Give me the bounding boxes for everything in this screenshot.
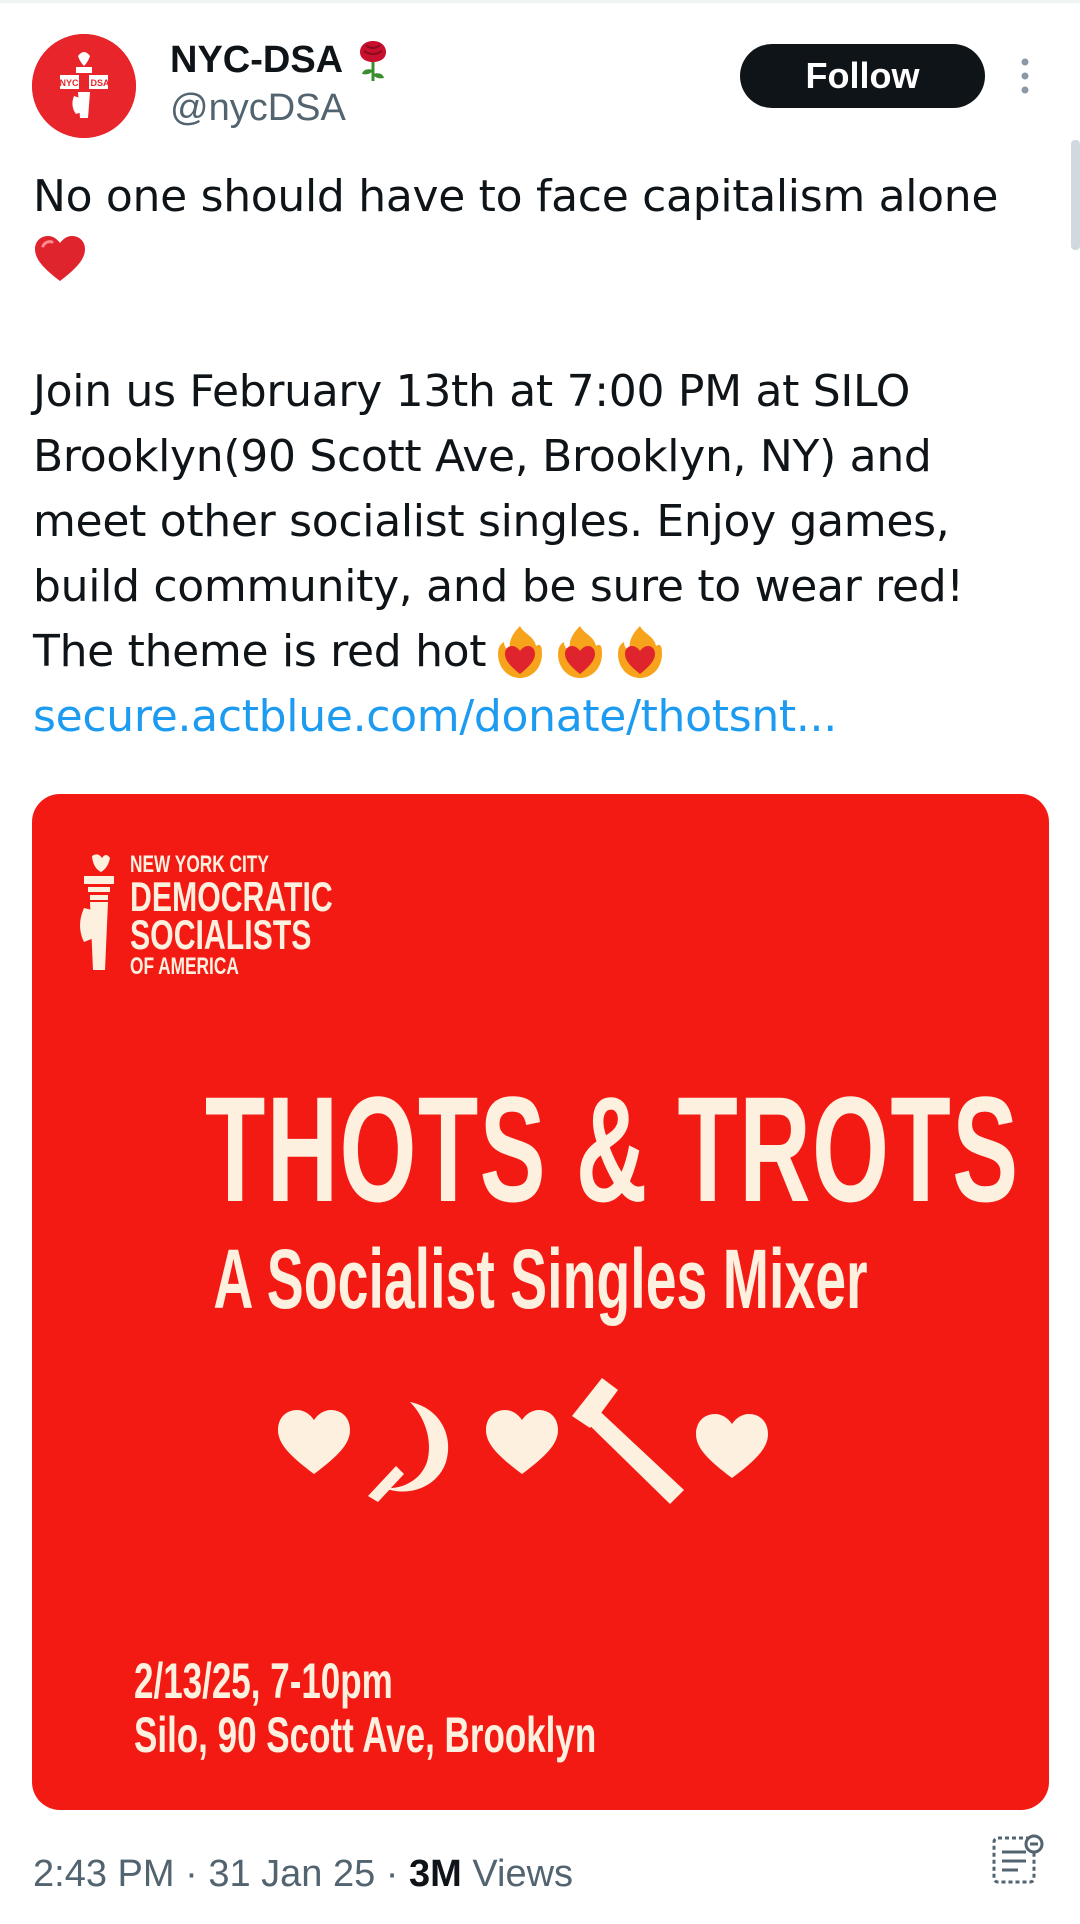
torch-icon — [80, 854, 114, 970]
sickle-icon — [368, 1402, 449, 1502]
author-display-name[interactable]: NYC-DSA — [170, 36, 343, 84]
tweet-line-6: build community, and be sure to wear red… — [33, 561, 964, 612]
tweet-line-3: Join us February 13th at 7:00 PM at SILO — [33, 366, 911, 417]
nyc-dsa-logo-icon: NYC DSA — [32, 34, 136, 138]
tweet-line-5: meet other socialist singles. Enjoy game… — [33, 496, 950, 547]
poster-subtitle: A Socialist Singles Mixer — [213, 1232, 868, 1326]
logo-text: NEW YORK CITY DEMOCRATIC SOCIALISTS OF A… — [130, 852, 333, 980]
follow-button[interactable]: Follow — [740, 44, 985, 108]
more-options-icon[interactable] — [1015, 56, 1035, 96]
author-handle[interactable]: @nycDSA — [170, 84, 390, 132]
actblue-link[interactable]: secure.actblue.com/donate/thotsnt... — [33, 684, 1053, 749]
tweet-image[interactable]: NEW YORK CITY DEMOCRATIC SOCIALISTS OF A… — [32, 794, 1049, 1810]
views-label: Views — [461, 1853, 574, 1895]
tweet-line-4: Brooklyn(90 Scott Ave, Brooklyn, NY) and — [33, 431, 932, 482]
poster-title: THOTS & TROTS — [204, 1065, 1020, 1233]
avatar-text-left: NYC — [59, 78, 79, 88]
avatar-text-right: DSA — [90, 78, 110, 88]
hammer-icon — [572, 1378, 684, 1504]
tweet-date[interactable]: 31 Jan 25 — [208, 1853, 375, 1895]
poster-heart-icon — [278, 1410, 350, 1474]
tweet-theme-text: The theme is red hot — [33, 626, 487, 677]
heart-icon — [35, 236, 85, 281]
meta-separator: · — [375, 1853, 410, 1895]
poster-date-venue: 2/13/25, 7-10pm Silo, 90 Scott Ave, Broo… — [134, 1654, 596, 1762]
poster-symbols — [278, 1378, 768, 1504]
tweet-time[interactable]: 2:43 PM — [33, 1853, 175, 1895]
top-divider — [0, 0, 1080, 3]
fire-heart-icon — [558, 626, 603, 678]
fire-heart-icon — [618, 626, 663, 678]
tweet-text: No one should have to face capitalism al… — [33, 164, 1053, 749]
logo-line-3: SOCIALISTS — [130, 911, 312, 958]
poster-heart-icon — [696, 1414, 768, 1478]
poster-venue: Silo, 90 Scott Ave, Brooklyn — [134, 1707, 597, 1763]
views-count: 3M — [409, 1853, 462, 1895]
rose-icon — [359, 41, 386, 81]
tweet-heart-line — [33, 229, 1053, 294]
analytics-icon[interactable] — [990, 1832, 1046, 1888]
poster-heart-icon — [486, 1410, 558, 1474]
fire-heart-icon — [498, 626, 543, 678]
poster-date: 2/13/25, 7-10pm — [134, 1653, 393, 1709]
tweet-meta: 2:43 PM · 31 Jan 25 · 3M Views — [33, 1850, 573, 1898]
tweet-line-7: The theme is red hot — [33, 619, 1053, 684]
avatar[interactable]: NYC DSA — [32, 34, 136, 138]
meta-separator: · — [174, 1853, 209, 1895]
scrollbar-thumb[interactable] — [1071, 140, 1080, 250]
tweet-line-1: No one should have to face capitalism al… — [33, 171, 999, 222]
author-block: NYC-DSA @nycDSA — [170, 36, 390, 132]
